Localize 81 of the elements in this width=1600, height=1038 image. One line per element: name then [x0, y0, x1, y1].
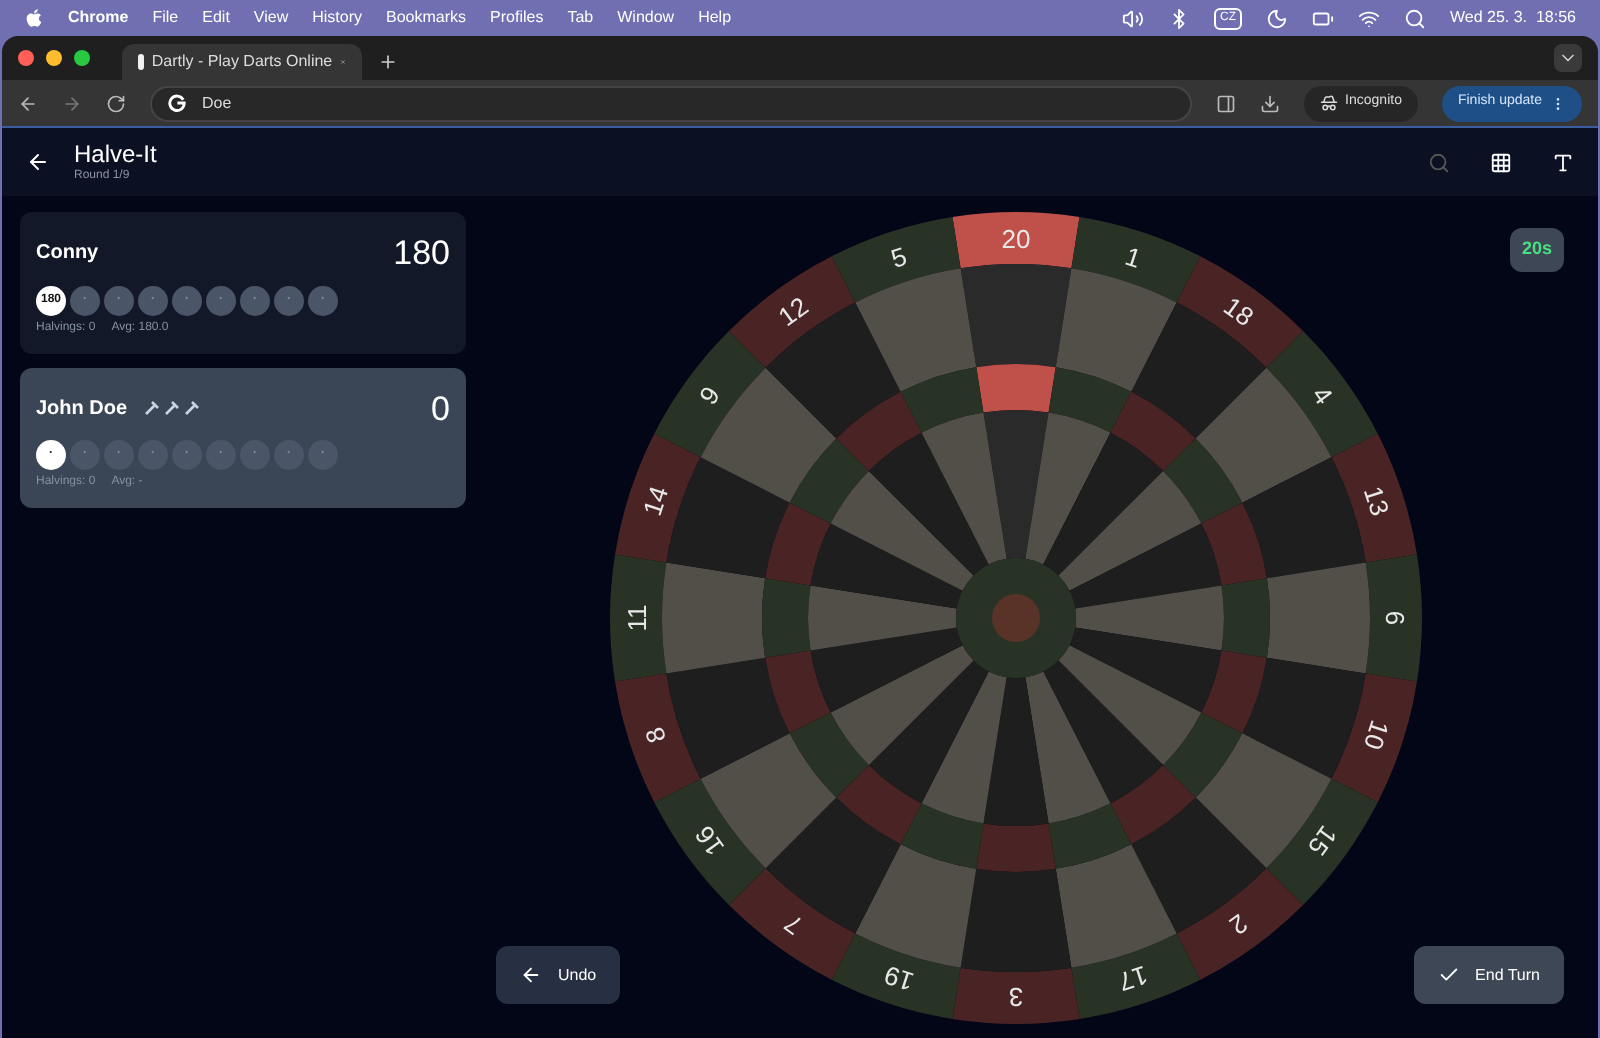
menu-item[interactable]: Tab: [567, 6, 594, 30]
menu-app-name[interactable]: Chrome: [68, 6, 129, 30]
board-segment[interactable]: [1025, 670, 1201, 1018]
menu-item[interactable]: View: [253, 6, 289, 30]
tab-search-icon[interactable]: [1554, 44, 1582, 72]
moon-icon[interactable]: [1265, 7, 1288, 29]
segment-number: 9: [693, 379, 726, 409]
segment-number: 6: [1380, 609, 1410, 625]
segment-number: 11: [622, 603, 652, 631]
segment-number: 17: [1114, 958, 1152, 997]
menu-clock[interactable]: Wed 25. 3. 18:56: [1449, 6, 1576, 30]
end-turn-button[interactable]: End Turn: [1413, 946, 1564, 1004]
search-icon[interactable]: [1428, 151, 1450, 173]
segment-number: 4: [1306, 379, 1339, 409]
volume-icon[interactable]: [1121, 7, 1144, 29]
dart-icon: [183, 400, 200, 417]
apple-icon[interactable]: [24, 8, 44, 28]
battery-icon[interactable]: [1311, 7, 1334, 29]
segment-number: 8: [639, 722, 673, 746]
menu-item[interactable]: Bookmarks: [386, 6, 467, 30]
dart-icon: [143, 400, 160, 417]
segment-number: 13: [1357, 481, 1396, 519]
tab-title: Dartly - Play Darts Online: [151, 50, 333, 74]
dartboard[interactable]: 20 1 18 4 13 6 10 15 2 17 3 19 7 16 8 11 14 9 12 5: [606, 207, 1426, 1027]
segment-number: 10: [1357, 715, 1396, 753]
segment-number: 1: [1121, 240, 1145, 274]
incognito-icon: [1319, 94, 1338, 112]
google-icon: [168, 94, 186, 112]
segment-number: 19: [880, 958, 918, 997]
undo-button[interactable]: Undo: [496, 946, 621, 1004]
segment-number: 15: [1302, 819, 1344, 861]
minimize-window-button[interactable]: [46, 50, 62, 66]
player-name: Conny: [36, 240, 99, 269]
game-title: Halve-It: [74, 139, 157, 169]
back-arrow-icon: [520, 964, 542, 986]
board-segment[interactable]: [952, 211, 1080, 558]
check-icon: [1437, 964, 1460, 986]
text-size-icon[interactable]: [1552, 151, 1574, 173]
dart-icon: [163, 400, 180, 417]
side-panel-icon[interactable]: [1215, 93, 1236, 113]
back-icon[interactable]: [18, 93, 38, 113]
board-segment[interactable]: [952, 676, 1080, 1023]
segment-number: 18: [1218, 289, 1260, 331]
segment-number: 7: [778, 907, 808, 940]
player-score: 0: [431, 387, 450, 431]
segment-number: 16: [688, 819, 730, 861]
bluetooth-icon[interactable]: [1167, 7, 1190, 29]
menu-item[interactable]: Help: [698, 6, 732, 30]
board-segment[interactable]: [1075, 553, 1422, 681]
player-score: 180: [393, 232, 450, 276]
segment-number: 5: [887, 240, 911, 274]
segment-number: 12: [772, 289, 814, 331]
board-segment[interactable]: [831, 670, 1007, 1018]
forward-icon[interactable]: [62, 93, 82, 113]
segment-number: 2: [1224, 907, 1254, 940]
turn-timer: 20s: [1509, 228, 1564, 271]
segment-number: 14: [636, 481, 675, 519]
player-name: John Doe: [36, 395, 128, 424]
menu-item[interactable]: History: [312, 6, 363, 30]
board-segment[interactable]: [1069, 626, 1417, 802]
menu-item[interactable]: Window: [617, 6, 675, 30]
address-text: Doe: [202, 91, 232, 115]
menu-item[interactable]: Profiles: [490, 6, 544, 30]
board-segment[interactable]: [610, 553, 957, 681]
menu-item[interactable]: Edit: [202, 6, 230, 30]
reload-icon[interactable]: [106, 93, 126, 113]
board-segment[interactable]: [615, 626, 963, 802]
menu-item[interactable]: File: [152, 6, 179, 30]
download-icon[interactable]: [1259, 93, 1280, 113]
wifi-icon[interactable]: [1357, 7, 1380, 29]
new-tab-icon[interactable]: [378, 52, 398, 72]
close-window-button[interactable]: [18, 50, 34, 66]
board-segment[interactable]: [615, 432, 963, 608]
browser-tab[interactable]: Dartly - Play Darts Online: [122, 44, 362, 80]
address-bar[interactable]: Doe: [150, 85, 1192, 121]
zoom-window-button[interactable]: [74, 50, 90, 66]
keypad-icon[interactable]: [1490, 151, 1512, 173]
board-segment[interactable]: [1069, 432, 1417, 608]
back-icon[interactable]: [26, 150, 50, 174]
segment-number: 20: [1001, 223, 1031, 253]
segment-number: 3: [1008, 981, 1024, 1011]
